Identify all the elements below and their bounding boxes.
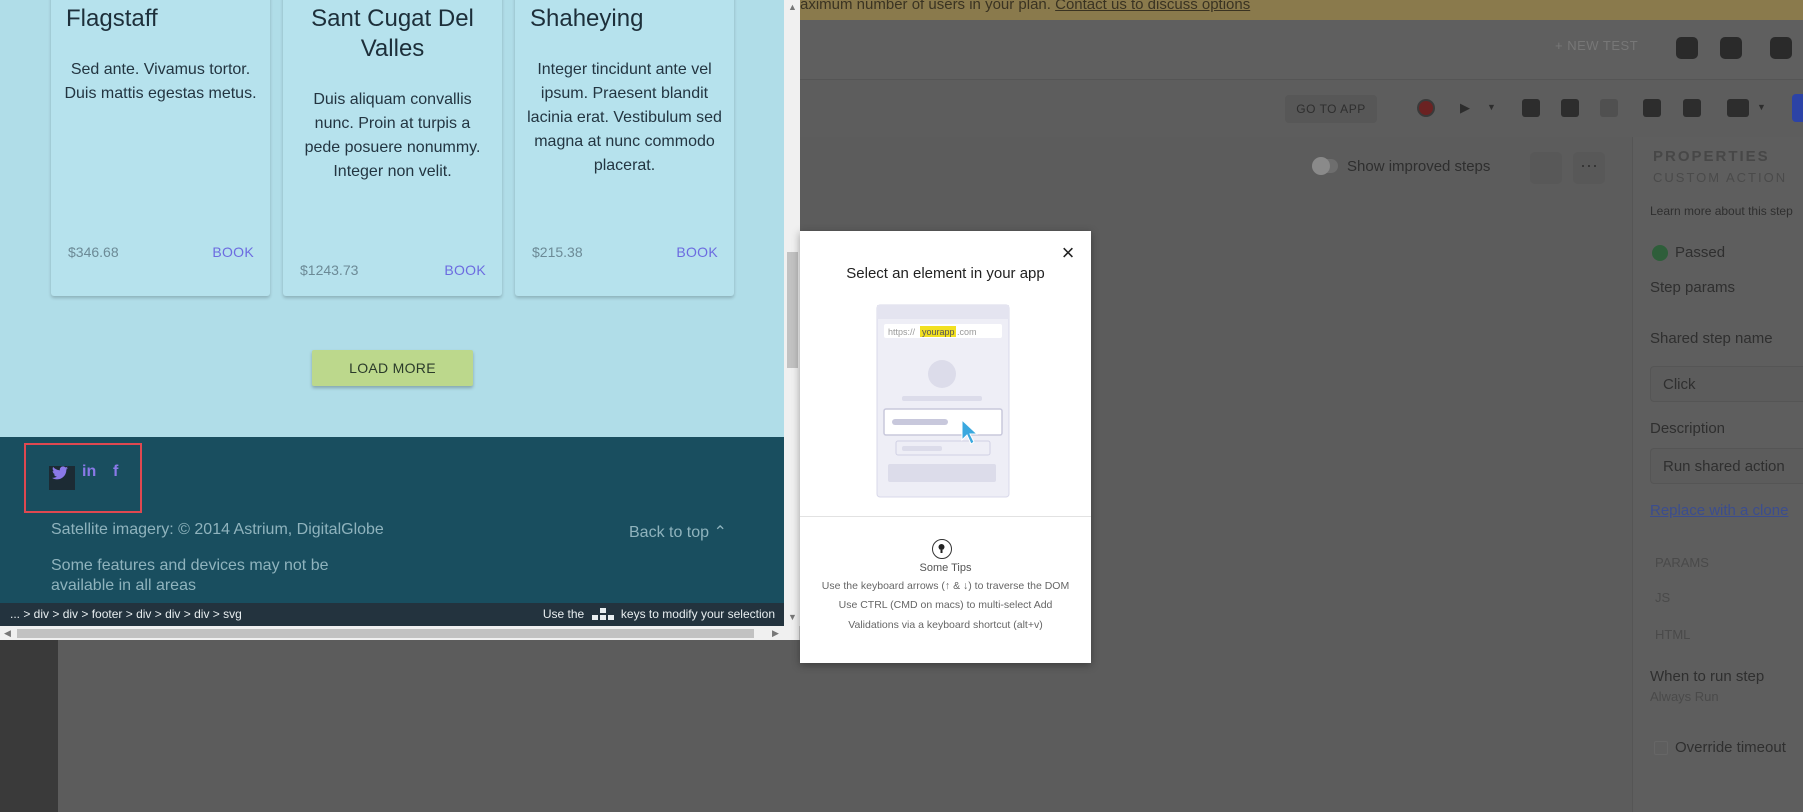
load-more-button[interactable]: LOAD MORE [312,350,473,386]
scroll-down-icon[interactable]: ▼ [788,612,797,622]
rocket-icon[interactable] [1720,37,1742,59]
card-title: Flagstaff [66,5,158,32]
url-prefix: https:// [888,327,916,337]
copy-icon[interactable] [1522,99,1540,117]
params-label[interactable]: PARAMS [1655,555,1709,570]
when-to-run-value[interactable]: Always Run [1650,689,1719,704]
card-description: Integer tincidunt ante vel ipsum. Praese… [527,61,722,174]
code-dropdown-icon[interactable]: ▼ [1757,102,1766,112]
status-passed: Passed [1675,244,1726,261]
selection-highlight-box [24,443,142,513]
site-viewport: Flagstaff Sed ante. Vivamus tortor. Duis… [0,0,784,626]
card-title: Sant Cugat Del Valles [311,5,474,62]
book-button[interactable]: BOOK [212,244,254,260]
card-title: Shaheying [530,5,644,32]
info-button[interactable] [1530,152,1562,184]
top-bar [800,20,1803,80]
dialog-title: Select an element in your app [846,265,1045,282]
book-button[interactable]: BOOK [444,262,486,278]
close-icon[interactable]: × [1059,242,1077,264]
lightbulb-icon [932,539,952,559]
properties-subtitle: CUSTOM ACTION [1653,170,1788,185]
browser-frame: Flagstaff Sed ante. Vivamus tortor. Duis… [0,0,800,640]
step-params-label: Step params [1650,279,1736,296]
delete-icon[interactable] [1683,99,1701,117]
card-description: Sed ante. Vivamus tortor. Duis mattis eg… [64,61,257,102]
tips-title: Some Tips [919,562,972,574]
clear-icon[interactable] [1600,99,1618,117]
card-shaheying: Shaheying Integer tincidunt ante vel ips… [515,0,734,296]
hint-suffix: keys to modify your selection [620,607,775,621]
dialog-divider [800,516,1091,517]
learn-more-link[interactable]: Learn more about this step [1650,204,1793,218]
back-to-top-label: Back to top [629,524,710,541]
disclaimer-line-2: available in all areas [51,577,196,594]
copyright-text: Satellite imagery: © 2014 Astrium, Digit… [51,521,384,538]
back-to-top-link[interactable]: Back to top ⌃ [629,522,727,542]
select-element-dialog: × Select an element in your app https://… [800,231,1091,663]
add-folder-icon[interactable] [1643,99,1661,117]
paste-icon[interactable] [1561,99,1579,117]
when-to-run-label: When to run step [1650,668,1765,685]
card-flagstaff: Flagstaff Sed ante. Vivamus tortor. Duis… [51,0,270,296]
scroll-right-icon[interactable]: ▶ [772,628,779,639]
horizontal-scroll-thumb[interactable] [17,629,754,638]
shared-step-name-label: Shared step name [1650,330,1773,347]
keyboard-hint: Use the keys to modify your selection [543,607,775,621]
show-improved-steps-label: Show improved steps [1347,158,1491,175]
tip-multi-select: Use CTRL (CMD on macs) to multi-select A… [838,599,1053,611]
save-button[interactable] [1792,94,1803,122]
dom-path-breadcrumb: ... > div > div > footer > div > div > d… [10,607,242,621]
card-sant-cugat: Sant Cugat Del Valles Duis aliquam conva… [283,0,502,296]
disclaimer-line-1: Some features and devices may not be [51,557,329,574]
code-icon[interactable] [1727,99,1749,117]
plan-banner-text: aximum number of users in your plan. Con… [800,0,1250,13]
toggle-knob [1312,157,1330,175]
card-price: $1243.73 [300,262,359,278]
contact-us-link[interactable]: Contact us to discuss options [1055,0,1250,13]
go-to-app-button[interactable]: GO TO APP [1285,95,1377,123]
play-icon[interactable]: ▶ [1460,100,1470,116]
selector-status-bar: ... > div > div > footer > div > div > d… [0,603,784,626]
record-icon[interactable] [1417,99,1435,117]
more-options-button[interactable]: ⋯ [1573,152,1605,184]
description-value: Run shared action [1663,458,1785,475]
properties-title: PROPERTIES [1653,148,1770,165]
passed-check-icon [1652,245,1668,261]
scroll-left-icon[interactable]: ◀ [4,628,11,639]
override-timeout-checkbox[interactable] [1654,741,1668,755]
url-suffix: .com [957,327,977,337]
scroll-up-icon[interactable]: ▲ [788,2,797,12]
new-test-button[interactable]: + NEW TEST [1555,38,1638,53]
book-button[interactable]: BOOK [676,244,718,260]
replace-with-clone-link[interactable]: Replace with a clone [1650,502,1788,519]
html-label: HTML [1655,627,1691,642]
js-label: JS [1655,590,1671,605]
play-dropdown-icon[interactable]: ▼ [1487,102,1496,112]
shared-step-name-value: Click [1663,376,1696,393]
select-element-illustration: https:// yourapp .com [876,304,1010,498]
tip-validations: Validations via a keyboard shortcut (alt… [848,619,1043,631]
chevron-up-icon: ⌃ [713,524,727,541]
tip-keyboard-arrows: Use the keyboard arrows (↑ & ↓) to trave… [821,580,1070,592]
vertical-scroll-thumb[interactable] [787,252,798,368]
override-timeout-label: Override timeout [1675,739,1786,756]
list-icon[interactable] [1676,37,1698,59]
card-price: $215.38 [532,244,583,260]
url-highlight: yourapp [922,327,955,337]
banner-message: aximum number of users in your plan. [800,0,1051,13]
share-icon[interactable] [1770,37,1792,59]
description-label: Description [1650,420,1726,437]
card-price: $346.68 [68,244,119,260]
hint-prefix: Use the [542,607,585,621]
card-description: Duis aliquam convallis nunc. Proin at tu… [304,91,481,180]
arrow-keys-icon [591,608,614,620]
